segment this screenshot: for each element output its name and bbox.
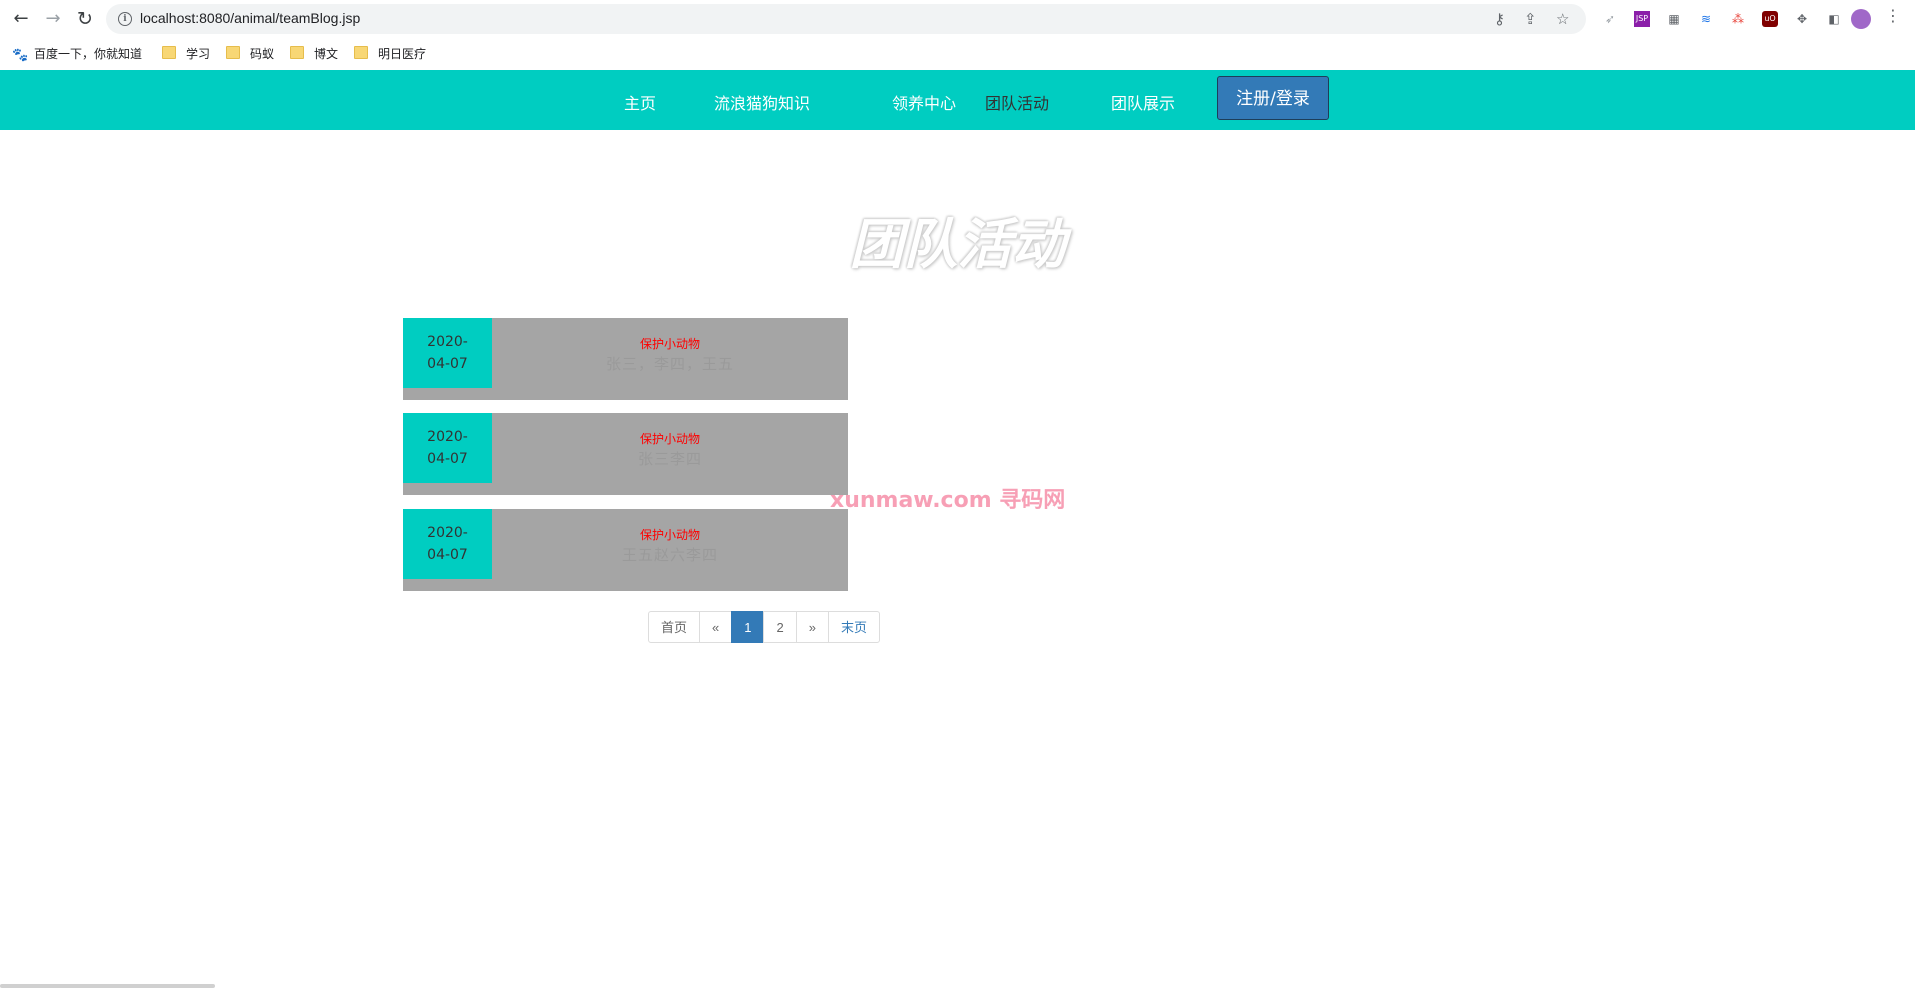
url-text[interactable]: localhost:8080/animal/teamBlog.jsp bbox=[140, 10, 360, 26]
folder-icon bbox=[162, 46, 176, 59]
jsp-extension-icon[interactable]: JSP bbox=[1634, 11, 1650, 27]
back-arrow-icon[interactable]: ← bbox=[10, 8, 32, 30]
blog-title[interactable]: 保护小动物 bbox=[492, 335, 848, 352]
blog-authors: 张三李四 bbox=[637, 450, 702, 468]
bookmark-item[interactable]: 🐾 百度一下，你就知道 bbox=[12, 44, 142, 64]
pagination-last[interactable]: 末页 bbox=[827, 611, 880, 643]
bookmark-star-icon[interactable]: ☆ bbox=[1556, 10, 1569, 28]
cursor-extension-icon[interactable]: ➶ bbox=[1602, 11, 1618, 27]
site-navbar: 主页 流浪猫狗知识 领养中心 团队活动 团队展示 注册/登录 bbox=[0, 70, 1915, 130]
nav-adoption[interactable]: 领养中心 bbox=[892, 90, 956, 114]
blog-title[interactable]: 保护小动物 bbox=[492, 430, 848, 447]
page-title: 团队活动 bbox=[849, 213, 1066, 276]
blog-title[interactable]: 保护小动物 bbox=[492, 526, 848, 543]
address-bar[interactable]: i localhost:8080/animal/teamBlog.jsp ⚷ ⇪… bbox=[106, 4, 1586, 34]
register-login-button[interactable]: 注册/登录 bbox=[1217, 76, 1329, 120]
pagination-page-1[interactable]: 1 bbox=[731, 611, 765, 643]
bookmark-item[interactable]: 明日医疗 bbox=[354, 44, 426, 64]
bookmarks-bar: 🐾 百度一下，你就知道 学习 码蚁 博文 明日医疗 bbox=[0, 40, 1915, 68]
side-panel-icon[interactable]: ◧ bbox=[1826, 11, 1842, 27]
blog-date: 2020- 04-07 bbox=[403, 413, 492, 483]
nav-team-activity[interactable]: 团队活动 bbox=[985, 90, 1049, 114]
store-extension-icon[interactable]: ▦ bbox=[1666, 11, 1682, 27]
layers-extension-icon[interactable]: ≋ bbox=[1698, 11, 1714, 27]
watermark: xunmaw.com 寻码网 bbox=[830, 488, 1066, 513]
pagination-prev[interactable]: « bbox=[699, 611, 733, 643]
share-icon[interactable]: ⇪ bbox=[1524, 10, 1537, 28]
nav-home[interactable]: 主页 bbox=[624, 90, 656, 114]
pagination-first[interactable]: 首页 bbox=[648, 611, 701, 643]
menu-dots-icon[interactable]: ⋮ bbox=[1885, 6, 1901, 25]
blog-date: 2020- 04-07 bbox=[403, 318, 492, 388]
pagination-page-2[interactable]: 2 bbox=[763, 611, 797, 643]
key-icon[interactable]: ⚷ bbox=[1494, 10, 1505, 28]
reload-icon[interactable]: ↻ bbox=[74, 8, 96, 30]
folder-icon bbox=[290, 46, 304, 59]
bookmark-item[interactable]: 学习 bbox=[162, 44, 210, 64]
folder-icon bbox=[226, 46, 240, 59]
bookmark-item[interactable]: 码蚁 bbox=[226, 44, 274, 64]
network-extension-icon[interactable]: ⁂ bbox=[1730, 11, 1746, 27]
pagination-next[interactable]: » bbox=[795, 611, 829, 643]
blog-authors: 张三，李四，王五 bbox=[605, 355, 734, 373]
blog-card[interactable]: 2020- 04-07 保护小动物 张三，李四，王五 bbox=[403, 318, 848, 400]
site-info-icon[interactable]: i bbox=[118, 12, 132, 26]
bookmark-item[interactable]: 博文 bbox=[290, 44, 338, 64]
nav-team-showcase[interactable]: 团队展示 bbox=[1111, 90, 1175, 114]
horizontal-scrollbar[interactable] bbox=[0, 984, 215, 988]
pagination: 首页 « 1 2 » 末页 bbox=[648, 611, 880, 643]
forward-arrow-icon[interactable]: → bbox=[42, 8, 64, 30]
browser-toolbar: ← → ↻ i localhost:8080/animal/teamBlog.j… bbox=[0, 0, 1915, 40]
folder-icon bbox=[354, 46, 368, 59]
blog-authors: 王五赵六李四 bbox=[621, 546, 718, 564]
nav-knowledge[interactable]: 流浪猫狗知识 bbox=[714, 90, 810, 114]
blog-card[interactable]: 2020- 04-07 保护小动物 张三李四 bbox=[403, 413, 848, 495]
baidu-icon: 🐾 bbox=[12, 47, 29, 62]
ublock-extension-icon[interactable]: uO bbox=[1762, 11, 1778, 27]
profile-avatar[interactable] bbox=[1851, 9, 1871, 29]
puzzle-extensions-icon[interactable]: ✥ bbox=[1794, 11, 1810, 27]
blog-card[interactable]: 2020- 04-07 保护小动物 王五赵六李四 bbox=[403, 509, 848, 591]
blog-date: 2020- 04-07 bbox=[403, 509, 492, 579]
